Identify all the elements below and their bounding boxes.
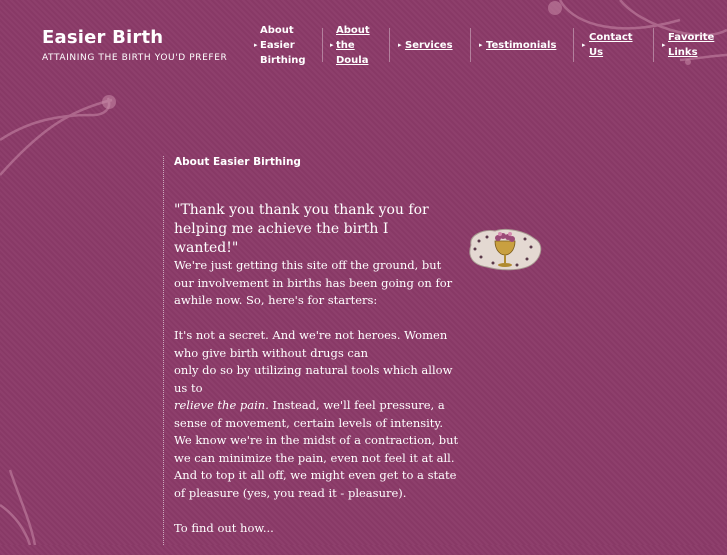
arrow-right-icon: ▸: [330, 41, 334, 49]
arrow-right-icon: ▸: [479, 41, 483, 49]
nav-label-line: Us: [589, 47, 604, 58]
nav-label-line: Easier: [260, 40, 295, 51]
arrow-right-icon: ▸: [582, 41, 586, 49]
paragraph-cta: To find out how...: [174, 520, 274, 535]
paragraph-text: Instead, we'll feel pressure, a sense of…: [174, 398, 459, 500]
nav-label-line: Doula: [336, 55, 369, 66]
arrow-right-icon: ▸: [254, 41, 258, 49]
paragraph-main: It's not a secret. And we're not heroes.…: [174, 327, 459, 502]
nav-label-line: Links: [668, 47, 698, 58]
nav-label-line: Contact: [589, 32, 633, 43]
nav-contact-us[interactable]: Contact Us: [589, 30, 633, 60]
nav-label-line: About: [260, 25, 294, 36]
nav-services[interactable]: Services: [405, 38, 453, 53]
nav-about-the-doula[interactable]: About the Doula: [336, 23, 370, 68]
testimonial-quote: "Thank you thank you thank you for helpi…: [174, 202, 429, 256]
nav-divider: [470, 28, 471, 62]
section-title: About Easier Birthing: [174, 156, 301, 168]
body-text: We're just getting this site off the gro…: [174, 257, 459, 555]
nav-favorite-links[interactable]: Favorite Links: [668, 30, 714, 60]
nav-testimonials[interactable]: Testimonials: [486, 38, 556, 53]
content-divider: [163, 156, 164, 545]
nav-label-line: Birthing: [260, 55, 306, 66]
nav-divider: [389, 28, 390, 62]
emphasis-text: relieve the pain.: [174, 398, 269, 412]
nav-label-line: Favorite: [668, 32, 715, 43]
arrow-right-icon: ▸: [398, 41, 402, 49]
site-title: Easier Birth: [42, 27, 164, 48]
site-tagline: ATTAINING THE BIRTH YOU'D PREFER: [42, 53, 228, 63]
paragraph-intro: We're just getting this site off the gro…: [174, 258, 453, 307]
paragraph-text: only do so by utilizing natural tools wh…: [174, 363, 453, 395]
nav-label-line: About: [336, 25, 370, 36]
nav-divider: [653, 28, 654, 62]
flower-goblet-graphic: [469, 228, 542, 271]
arrow-right-icon: ▸: [662, 41, 666, 49]
nav-label-line: the: [336, 40, 355, 51]
nav-divider: [322, 28, 323, 62]
paragraph-text: It's not a secret. And we're not heroes.…: [174, 328, 448, 360]
nav-divider: [573, 28, 574, 62]
nav-about-easier-birthing[interactable]: About Easier Birthing: [260, 23, 306, 68]
